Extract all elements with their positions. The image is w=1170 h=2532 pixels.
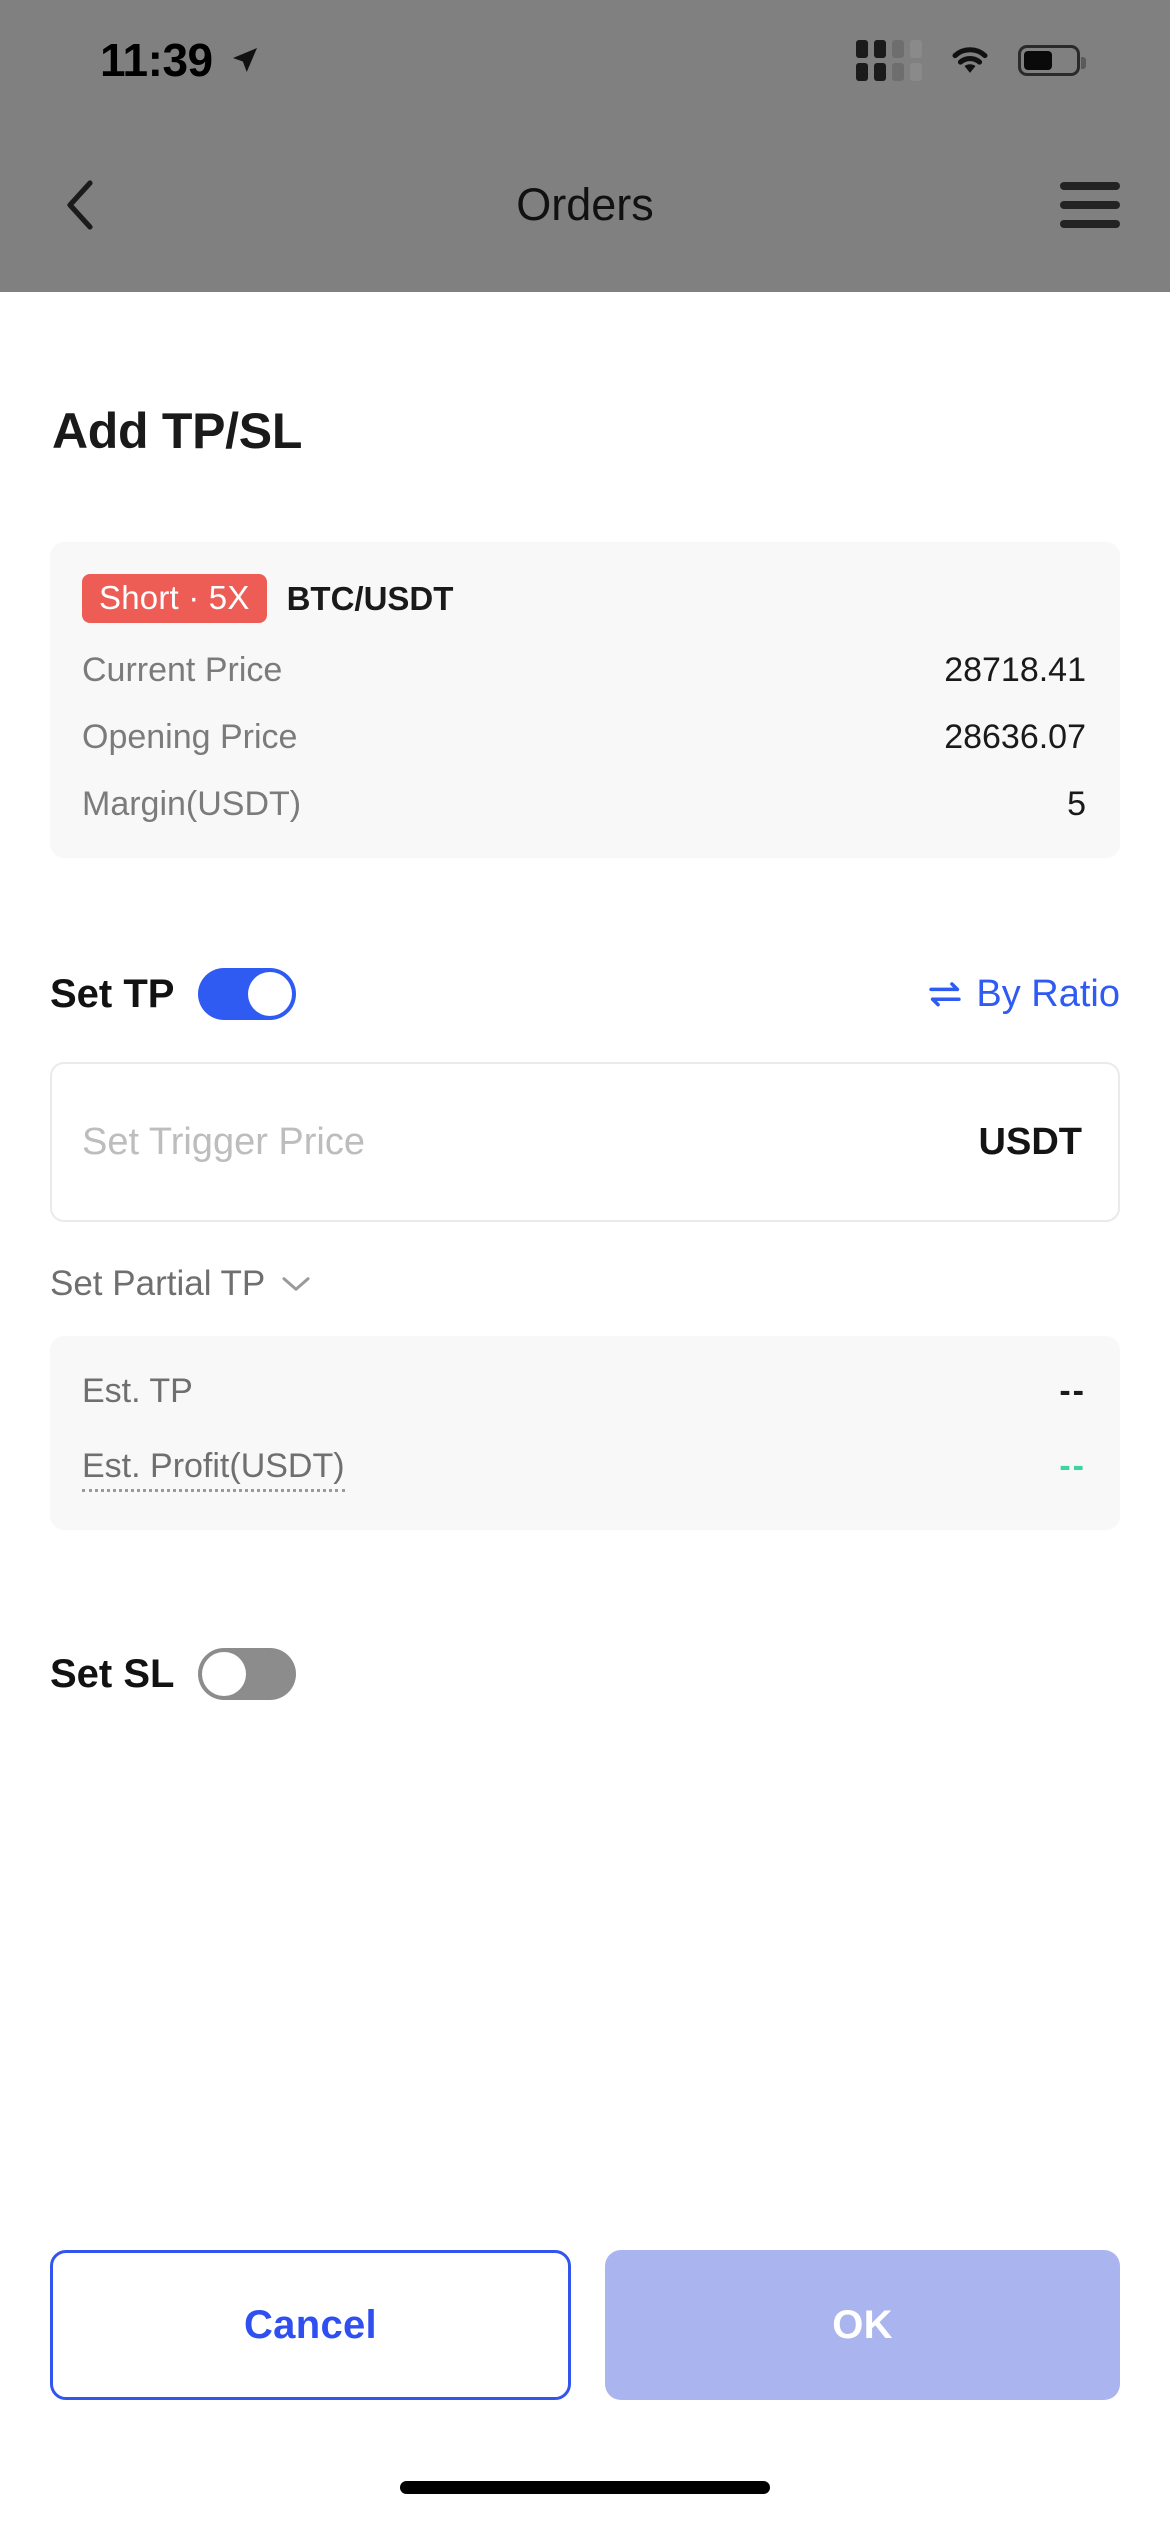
back-button[interactable] [50, 175, 110, 235]
home-indicator [400, 2481, 770, 2494]
cancel-button[interactable]: Cancel [50, 2250, 571, 2400]
swap-arrows-icon [928, 979, 962, 1009]
battery-icon [1018, 45, 1080, 76]
nav-bar: Orders [0, 150, 1170, 260]
trigger-price-field[interactable]: USDT [50, 1062, 1120, 1222]
toggle-knob [248, 972, 292, 1016]
status-bar-right [856, 40, 1080, 81]
sheet-footer: Cancel OK [0, 2250, 1170, 2400]
row-value: 28636.07 [944, 718, 1086, 757]
est-tp-label: Est. TP [82, 1372, 193, 1411]
position-pair: BTC/USDT [287, 580, 454, 618]
by-ratio-button[interactable]: By Ratio [928, 973, 1120, 1016]
est-profit-row: Est. Profit(USDT) -- [82, 1447, 1086, 1492]
est-tp-row: Est. TP -- [82, 1372, 1086, 1411]
wifi-icon [948, 43, 992, 77]
status-bar-left: 11:39 [100, 37, 261, 83]
position-summary-card: Short · 5X BTC/USDT Current Price 28718.… [50, 542, 1120, 858]
est-profit-label[interactable]: Est. Profit(USDT) [82, 1447, 345, 1492]
cellular-signal-icon [856, 40, 922, 81]
ok-button[interactable]: OK [605, 2250, 1120, 2400]
position-side-badge: Short · 5X [82, 574, 267, 623]
status-time: 11:39 [100, 37, 213, 83]
set-tp-label: Set TP [50, 972, 174, 1017]
position-header: Short · 5X BTC/USDT [82, 574, 1086, 623]
set-sl-toggle[interactable] [198, 1648, 296, 1700]
set-tp-row: Set TP By Ratio [50, 968, 1120, 1020]
add-tpsl-sheet: Add TP/SL Short · 5X BTC/USDT Current Pr… [0, 292, 1170, 2532]
page-title: Orders [0, 179, 1170, 231]
est-profit-value: -- [1059, 1447, 1086, 1486]
trigger-price-unit: USDT [979, 1121, 1082, 1164]
chevron-left-icon [64, 179, 96, 231]
set-partial-tp-label: Set Partial TP [50, 1264, 265, 1304]
set-partial-tp-button[interactable]: Set Partial TP [50, 1264, 1170, 1304]
status-bar: 11:39 [0, 0, 1170, 120]
position-row-current-price: Current Price 28718.41 [82, 651, 1086, 690]
trigger-price-input[interactable] [82, 1121, 979, 1164]
toggle-knob [202, 1652, 246, 1696]
location-arrow-icon [229, 44, 261, 76]
row-value: 28718.41 [944, 651, 1086, 690]
position-row-opening-price: Opening Price 28636.07 [82, 718, 1086, 757]
by-ratio-label: By Ratio [976, 973, 1120, 1016]
tp-estimates-card: Est. TP -- Est. Profit(USDT) -- [50, 1336, 1120, 1530]
set-sl-row: Set SL [50, 1648, 1120, 1700]
sheet-title: Add TP/SL [52, 402, 1170, 460]
est-tp-value: -- [1059, 1372, 1086, 1411]
row-label: Current Price [82, 651, 282, 690]
row-value: 5 [1067, 785, 1086, 824]
hamburger-menu-icon[interactable] [1060, 182, 1120, 228]
row-label: Opening Price [82, 718, 297, 757]
set-sl-label: Set SL [50, 1652, 174, 1697]
set-tp-toggle[interactable] [198, 968, 296, 1020]
position-row-margin: Margin(USDT) 5 [82, 785, 1086, 824]
chevron-down-icon [281, 1275, 311, 1293]
row-label: Margin(USDT) [82, 785, 301, 824]
